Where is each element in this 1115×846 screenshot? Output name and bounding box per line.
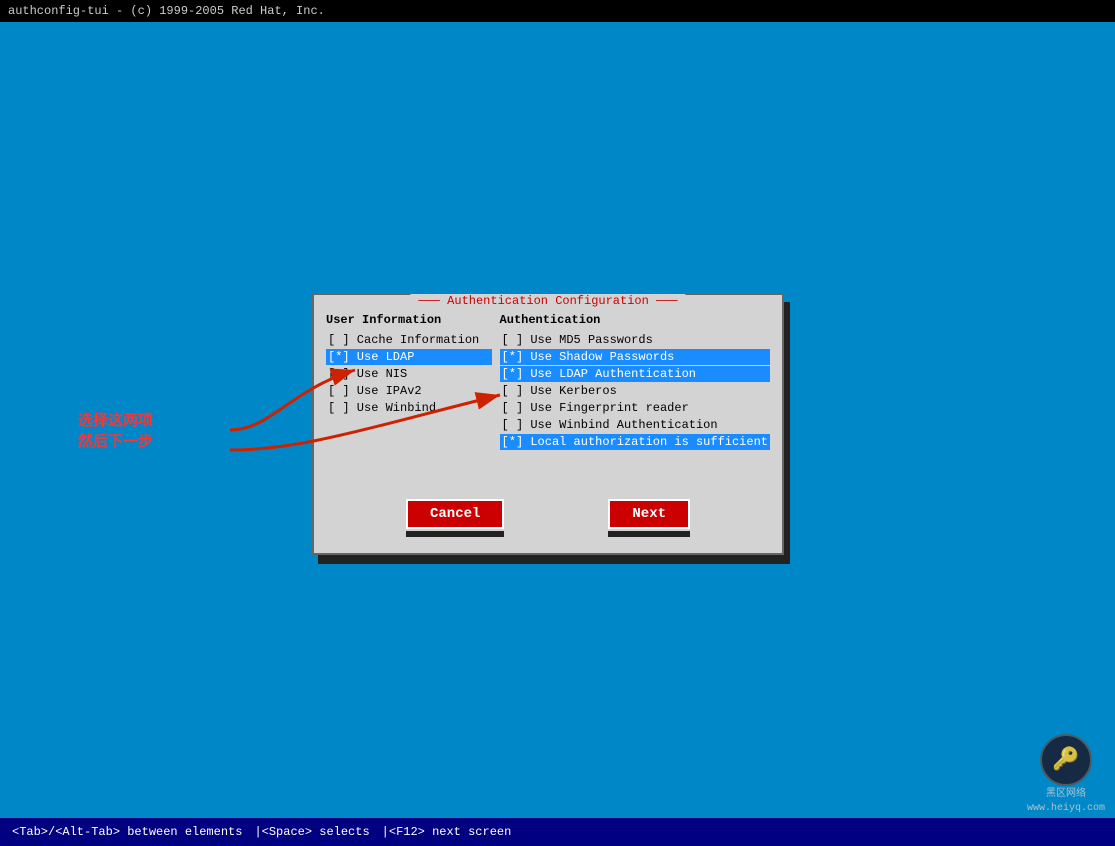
md5-item[interactable]: [ ] Use MD5 Passwords — [500, 332, 770, 348]
watermark-text: 黑区网络 www.heiyq.com — [1027, 788, 1105, 816]
auth-heading: Authentication — [500, 313, 770, 327]
dialog-title: ─── Authentication Configuration ─── — [410, 294, 685, 308]
dialog: ─── Authentication Configuration ─── Use… — [312, 293, 784, 555]
watermark: 🔑 黑区网络 www.heiyq.com — [1027, 734, 1105, 816]
sep2: | — [382, 825, 389, 839]
ldap-item[interactable]: [*] Use LDAP — [326, 349, 492, 365]
cancel-button[interactable]: Cancel — [406, 499, 504, 529]
next-shadow — [608, 531, 690, 537]
ldap-auth-item[interactable]: [*] Use LDAP Authentication — [500, 366, 770, 382]
sep1: | — [254, 825, 261, 839]
user-info-heading: User Information — [326, 313, 492, 327]
user-info-column: User Information [ ] Cache Information [… — [326, 313, 492, 485]
bottom-bar: <Tab>/<Alt-Tab> between elements | <Spac… — [0, 818, 1115, 846]
kerberos-item[interactable]: [ ] Use Kerberos — [500, 383, 770, 399]
shadow-item[interactable]: [*] Use Shadow Passwords — [500, 349, 770, 365]
nis-item[interactable]: [ ] Use NIS — [326, 366, 492, 382]
dialog-content: User Information [ ] Cache Information [… — [314, 295, 782, 495]
cancel-shadow — [406, 531, 504, 537]
watermark-icon: 🔑 — [1040, 734, 1092, 786]
tab-hint: <Tab>/<Alt-Tab> between elements — [12, 825, 242, 839]
winbind-auth-item[interactable]: [ ] Use Winbind Authentication — [500, 417, 770, 433]
f12-hint: <F12> next screen — [389, 825, 511, 839]
annotation-line1: 选择这两项 — [78, 412, 153, 429]
dialog-buttons: Cancel Next — [314, 499, 782, 537]
auth-column: Authentication [ ] Use MD5 Passwords [*]… — [500, 313, 770, 485]
next-button[interactable]: Next — [608, 499, 690, 529]
local-auth-item[interactable]: [*] Local authorization is sufficient — [500, 434, 770, 450]
fingerprint-item[interactable]: [ ] Use Fingerprint reader — [500, 400, 770, 416]
next-wrapper: Next — [608, 499, 690, 537]
annotation-line2: 然后下一步 — [78, 433, 153, 450]
cancel-wrapper: Cancel — [406, 499, 504, 537]
annotation: 选择这两项 然后下一步 — [78, 410, 153, 452]
space-hint: <Space> selects — [262, 825, 370, 839]
cache-item[interactable]: [ ] Cache Information — [326, 332, 492, 348]
top-bar: authconfig-tui - (c) 1999-2005 Red Hat, … — [0, 0, 1115, 22]
winbind-item[interactable]: [ ] Use Winbind — [326, 400, 492, 416]
top-bar-text: authconfig-tui - (c) 1999-2005 Red Hat, … — [8, 4, 325, 18]
ipav2-item[interactable]: [ ] Use IPAv2 — [326, 383, 492, 399]
